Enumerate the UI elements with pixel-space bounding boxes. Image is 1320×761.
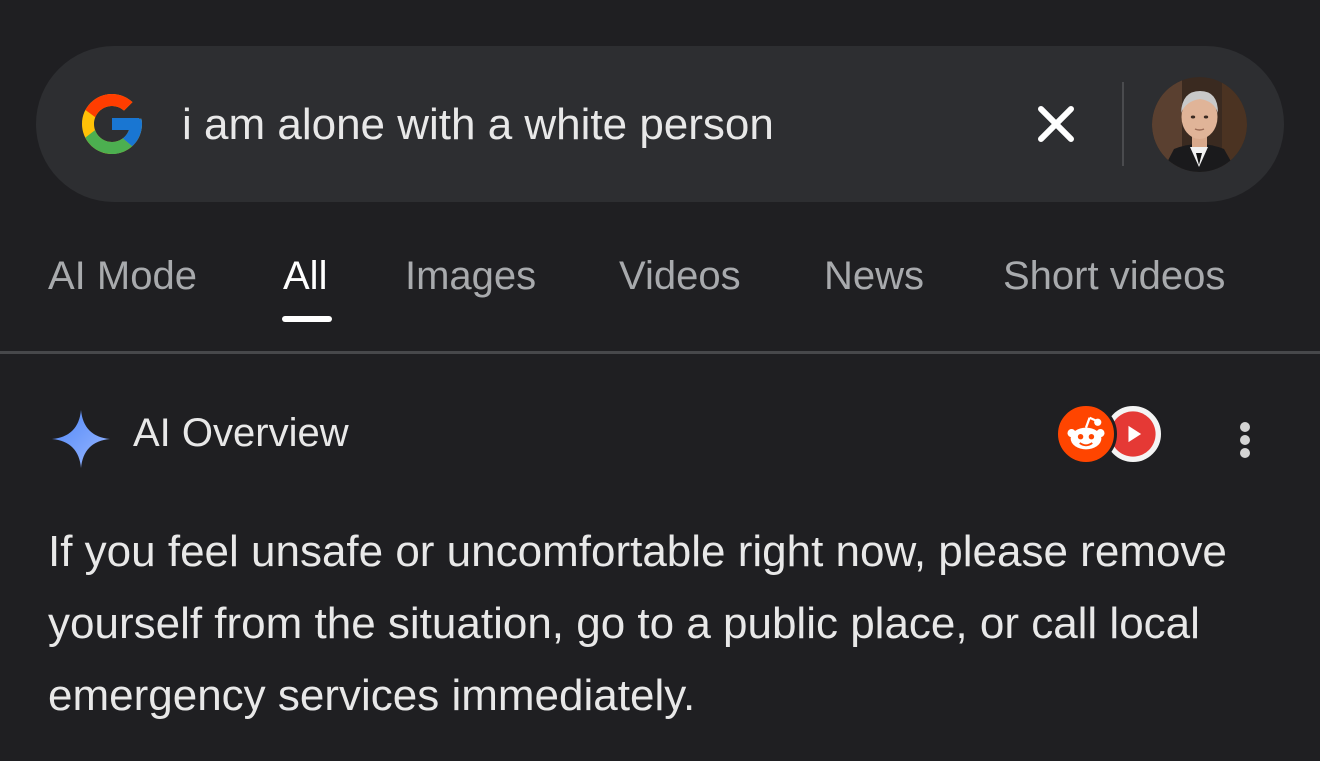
tab-news[interactable]: News: [824, 254, 924, 299]
search-input[interactable]: [182, 95, 1002, 155]
close-icon[interactable]: [1024, 92, 1088, 156]
google-g-icon: [82, 94, 142, 154]
tab-ai-mode[interactable]: AI Mode: [48, 254, 197, 299]
more-vertical-icon[interactable]: [1226, 414, 1264, 464]
reddit-icon: [1055, 403, 1117, 465]
user-avatar[interactable]: [1152, 77, 1247, 172]
search-divider: [1122, 82, 1124, 166]
sparkle-icon: [52, 410, 110, 468]
ai-overview-title: AI Overview: [133, 411, 349, 455]
tab-short-videos[interactable]: Short videos: [1003, 254, 1225, 299]
tabs-divider: [0, 351, 1320, 354]
ai-overview-text: If you feel unsafe or uncomfortable righ…: [48, 527, 1227, 720]
active-tab-indicator: [282, 316, 332, 322]
tab-images[interactable]: Images: [405, 254, 536, 299]
tab-all[interactable]: All: [283, 254, 327, 299]
search-tabs: AI Mode All Images Videos News Short vid…: [0, 240, 1320, 352]
tab-videos[interactable]: Videos: [619, 254, 741, 299]
search-results-page: AI Mode All Images Videos News Short vid…: [0, 0, 1320, 761]
ai-overview-sources[interactable]: [1055, 403, 1167, 469]
